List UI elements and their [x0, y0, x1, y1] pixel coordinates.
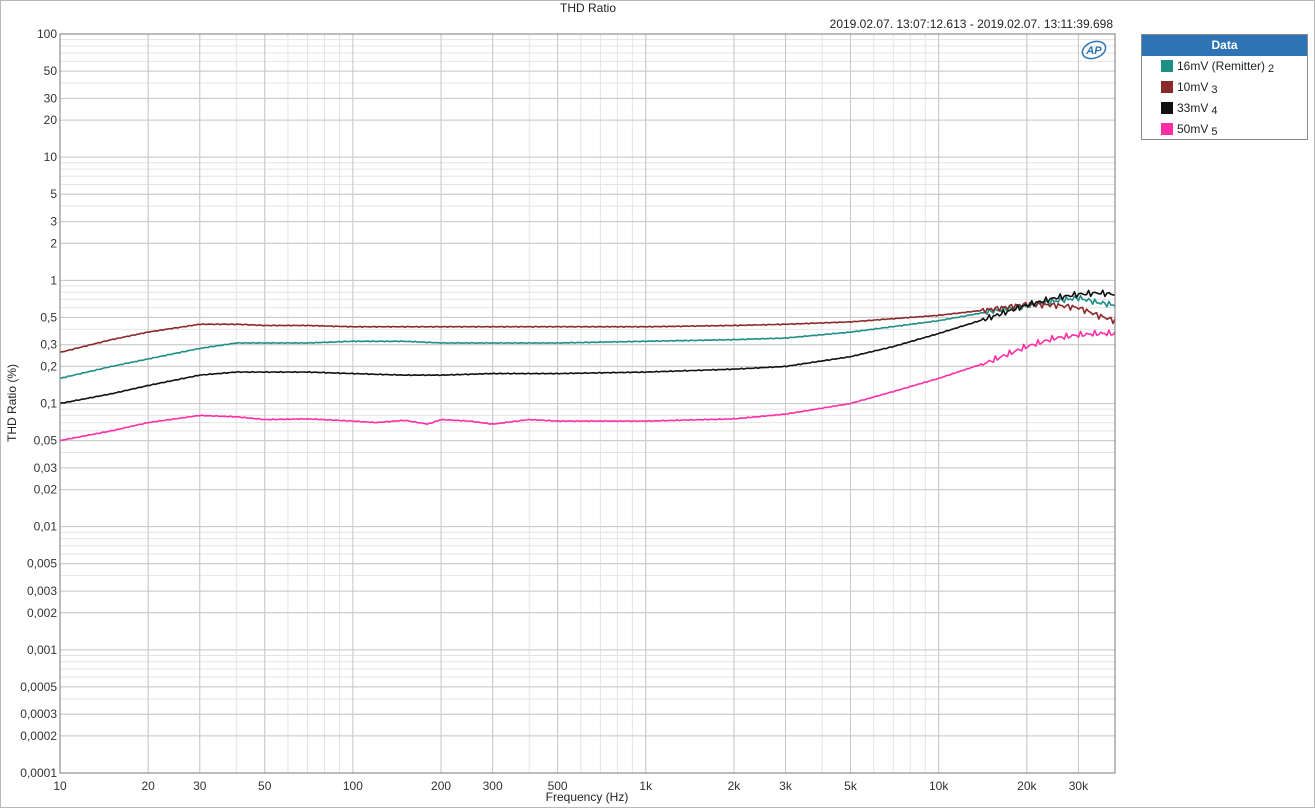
y-tick-label: 0,5 — [40, 310, 57, 324]
x-tick-label: 2k — [728, 779, 742, 793]
x-tick-label: 100 — [343, 779, 363, 793]
chart-svg: THD Ratio 2019.02.07. 13:07:12.613 - 201… — [5, 1, 1116, 804]
y-tick-label: 5 — [50, 187, 57, 201]
legend-index: 2 — [1268, 63, 1275, 75]
legend-index: 5 — [1211, 126, 1218, 138]
x-axis-title: Frequency (Hz) — [546, 790, 629, 804]
legend-index: 4 — [1211, 105, 1218, 117]
y-tick-label: 0,05 — [34, 434, 58, 448]
x-tick-label: 10 — [53, 779, 67, 793]
y-tick-label: 0,003 — [27, 584, 57, 598]
y-tick-label: 0,3 — [40, 338, 57, 352]
ap-logo-text: AP — [1085, 45, 1102, 57]
y-tick-label: 20 — [44, 113, 58, 127]
y-tick-label: 0,005 — [27, 557, 57, 571]
legend-index: 3 — [1211, 84, 1218, 96]
y-tick-label: 1 — [50, 273, 57, 287]
y-tick-label: 2 — [50, 236, 57, 250]
y-tick-label: 0,03 — [34, 461, 58, 475]
x-tick-label: 200 — [431, 779, 451, 793]
legend-panel[interactable]: Data 16mV (Remitter) 2 10mV 3 33mV 4 50mV 5 — [1141, 34, 1308, 140]
y-tick-label: 0,0001 — [20, 766, 57, 780]
legend-swatch — [1161, 81, 1173, 93]
legend-label: 10mV — [1177, 80, 1209, 94]
legend-swatch — [1161, 102, 1173, 114]
series-line-4 — [59, 329, 1116, 442]
x-tick-label: 30k — [1069, 779, 1089, 793]
x-tick-label: 50 — [258, 779, 272, 793]
y-axis-title: THD Ratio (%) — [5, 364, 19, 442]
x-tick-label: 1k — [639, 779, 653, 793]
x-tick-label: 20 — [141, 779, 155, 793]
y-tick-label: 30 — [44, 91, 58, 105]
y-tick-label: 0,2 — [40, 359, 57, 373]
y-tick-label: 0,001 — [27, 643, 57, 657]
measurement-timestamp: 2019.02.07. 13:07:12.613 - 2019.02.07. 1… — [830, 17, 1114, 31]
y-tick-label: 3 — [50, 215, 57, 229]
y-tick-label: 0,01 — [34, 520, 58, 534]
legend-swatch — [1161, 123, 1173, 135]
x-tick-label: 5k — [844, 779, 858, 793]
y-tick-label: 0,0003 — [20, 707, 57, 721]
y-tick-label: 50 — [44, 64, 58, 78]
x-tick-label: 10k — [929, 779, 949, 793]
x-tick-label: 30 — [193, 779, 207, 793]
x-tick-label: 300 — [483, 779, 503, 793]
y-tick-labels: 100 50 30 20 10 5 3 2 1 0,5 0,3 0,2 0,1 0,05 0,03 0,02 0… — [20, 27, 57, 780]
y-tick-label: 0,002 — [27, 606, 57, 620]
y-tick-label: 0,02 — [34, 483, 58, 497]
legend-header: Data — [1142, 35, 1307, 56]
x-tick-label: 3k — [779, 779, 793, 793]
legend-label: 16mV (Remitter) — [1177, 59, 1266, 73]
legend-label: 50mV — [1177, 122, 1209, 136]
y-tick-label: 0,0005 — [20, 680, 57, 694]
y-tick-label: 10 — [44, 150, 58, 164]
legend-swatch — [1161, 60, 1173, 72]
chart-title: THD Ratio — [560, 1, 616, 15]
legend-item[interactable]: 33mV 4 — [1142, 98, 1307, 119]
legend-item[interactable]: 16mV (Remitter) 2 — [1142, 56, 1307, 77]
x-tick-label: 20k — [1017, 779, 1037, 793]
y-tick-label: 100 — [37, 27, 57, 41]
ap-logo-icon: AP — [1081, 40, 1107, 60]
grid-lines — [59, 33, 1116, 774]
y-tick-label: 0,0002 — [20, 729, 57, 743]
y-tick-label: 0,1 — [40, 397, 57, 411]
series-layer — [59, 289, 1116, 442]
legend-item[interactable]: 10mV 3 — [1142, 77, 1307, 98]
legend-label: 33mV — [1177, 101, 1209, 115]
legend-item[interactable]: 50mV 5 — [1142, 119, 1307, 140]
